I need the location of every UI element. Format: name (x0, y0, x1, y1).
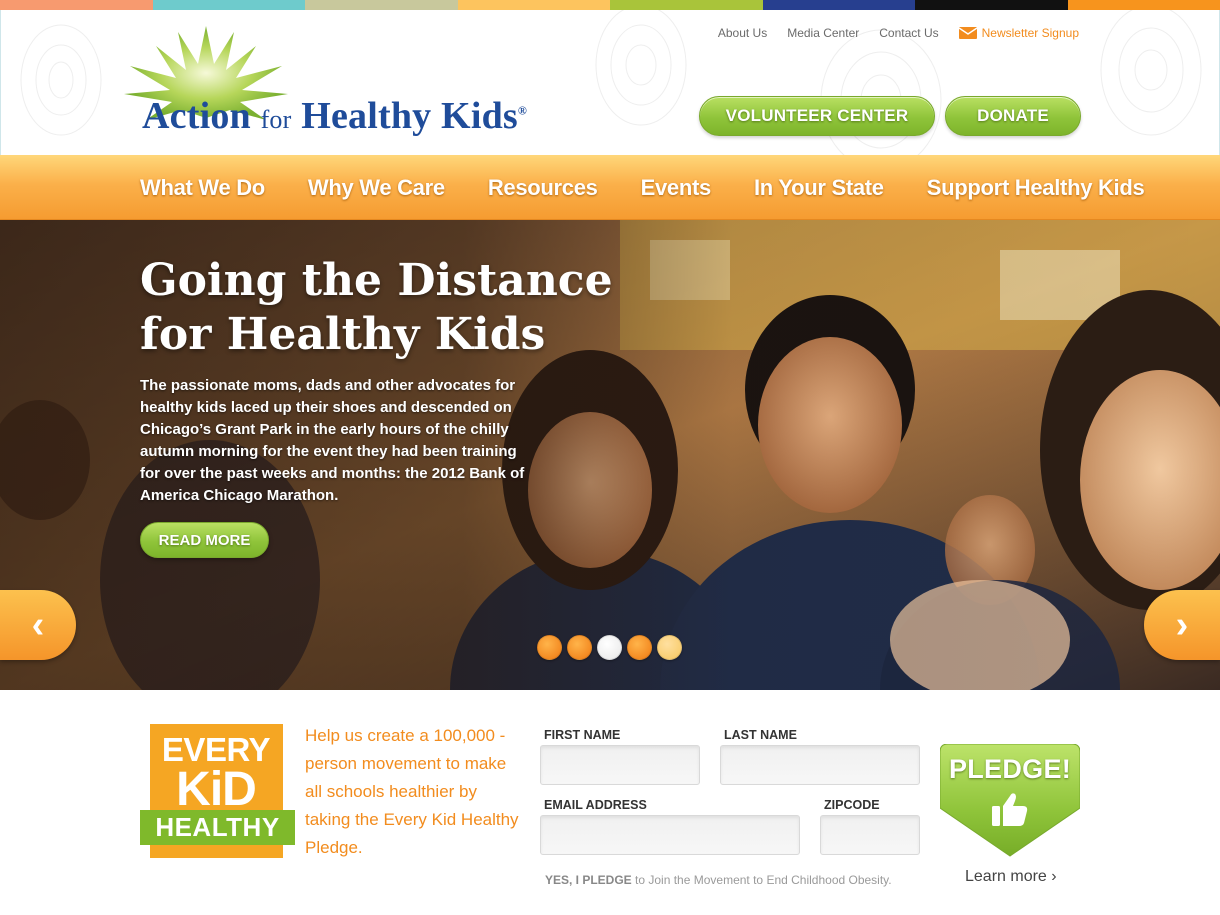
pledge-button[interactable]: PLEDGE! (939, 743, 1081, 859)
about-us-link[interactable]: About Us (718, 26, 767, 40)
top-color-strip (0, 0, 1220, 10)
slider-dot-5[interactable] (657, 635, 682, 660)
site-header: About Us Media Center Contact Us Newslet… (0, 10, 1220, 155)
pledge-section: EVERY KiD HEALTHY Help us create a 100,0… (0, 690, 1220, 915)
nav-item-in-your-state[interactable]: In Your State (754, 175, 884, 201)
slider-dot-1[interactable] (537, 635, 562, 660)
logo-word-healthy-kids: Healthy Kids (301, 95, 518, 137)
last-name-label: LAST NAME (724, 728, 797, 742)
page: About Us Media Center Contact Us Newslet… (0, 0, 1220, 915)
newsletter-signup-label: Newsletter Signup (981, 26, 1079, 40)
color-strip-segment-3 (305, 0, 458, 10)
learn-more-link[interactable]: Learn more › (965, 868, 1057, 886)
email-address-field[interactable] (540, 815, 800, 855)
logo-word-for: for (260, 105, 292, 134)
nav-item-why-we-care[interactable]: Why We Care (308, 175, 445, 201)
logo-registered-mark: ® (517, 103, 528, 118)
slider-dot-4[interactable] (627, 635, 652, 660)
mail-icon (958, 27, 977, 39)
pledge-note-text: to Join the Movement to End Childhood Ob… (631, 873, 892, 887)
site-logo[interactable]: Action for Healthy Kids® (106, 22, 596, 150)
every-kid-healthy-logo-line3: HEALTHY (140, 810, 295, 845)
media-center-link[interactable]: Media Center (787, 26, 859, 40)
every-kid-healthy-logo: EVERY KiD HEALTHY (140, 724, 295, 859)
chevron-right-icon: › (1175, 603, 1189, 646)
color-strip-segment-5 (610, 0, 763, 10)
hero-blurb: The passionate moms, dads and other advo… (140, 377, 525, 504)
color-strip-segment-6 (762, 0, 915, 10)
logo-word-action: Action (142, 95, 251, 137)
nav-item-support-healthy-kids[interactable]: Support Healthy Kids (927, 175, 1145, 201)
logo-wordmark: Action for Healthy Kids® (142, 94, 527, 138)
main-nav: What We Do Why We Care Resources Events … (0, 155, 1220, 220)
donate-button[interactable]: DONATE (945, 96, 1081, 136)
color-strip-segment-2 (152, 0, 305, 10)
pledge-note-strong: YES, I PLEDGE (545, 873, 632, 887)
zipcode-field[interactable] (820, 815, 920, 855)
nav-item-what-we-do[interactable]: What We Do (140, 175, 265, 201)
contact-us-link[interactable]: Contact Us (879, 26, 938, 40)
first-name-field[interactable] (540, 745, 700, 785)
last-name-field[interactable] (720, 745, 920, 785)
utility-nav: About Us Media Center Contact Us Newslet… (718, 26, 1079, 40)
color-strip-segment-1 (0, 0, 153, 10)
pledge-note: YES, I PLEDGE to Join the Movement to En… (545, 873, 892, 887)
nav-item-resources[interactable]: Resources (488, 175, 598, 201)
slider-dot-3[interactable] (597, 635, 622, 660)
hero-title: Going the Distance for Healthy Kids (140, 255, 613, 360)
chevron-left-icon: ‹ (31, 603, 45, 646)
zipcode-label: ZIPCODE (824, 798, 880, 812)
read-more-button[interactable]: READ MORE (140, 522, 269, 558)
pledge-button-label: PLEDGE! (948, 754, 1072, 784)
slider-dot-2[interactable] (567, 635, 592, 660)
color-strip-segment-4 (457, 0, 610, 10)
hero-slider: Going the Distance for Healthy Kids The … (0, 220, 1220, 690)
slider-next-button[interactable]: › (1144, 590, 1220, 660)
color-strip-segment-7 (915, 0, 1068, 10)
first-name-label: FIRST NAME (544, 728, 621, 742)
color-strip-segment-8 (1067, 0, 1220, 10)
slider-pagination (537, 635, 682, 660)
pledge-description: Help us create a 100,000 - person moveme… (305, 726, 519, 857)
slider-prev-button[interactable]: ‹ (0, 590, 76, 660)
email-address-label: EMAIL ADDRESS (544, 798, 647, 812)
every-kid-healthy-logo-line2: KiD (176, 763, 257, 816)
volunteer-center-button[interactable]: VOLUNTEER CENTER (699, 96, 935, 136)
newsletter-signup-link[interactable]: Newsletter Signup (958, 26, 1079, 40)
nav-item-events[interactable]: Events (641, 175, 712, 201)
